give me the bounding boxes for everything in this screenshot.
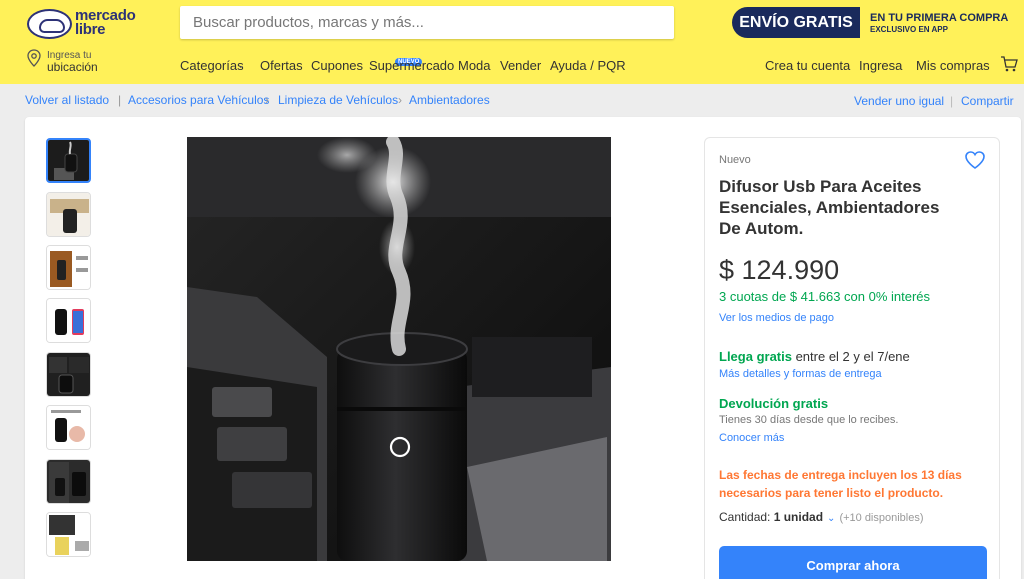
thumbnail-image	[47, 193, 90, 236]
promo-line2: EXCLUSIVO EN APP	[870, 25, 948, 34]
delivery-warning: Las fechas de entrega incluyen los 13 dí…	[719, 468, 962, 500]
mercado-libre-logo[interactable]: mercado libre	[27, 7, 147, 39]
login-link[interactable]: Ingresa	[859, 58, 902, 73]
quantity-value: 1 unidad	[773, 510, 824, 524]
breadcrumb-separator: |	[118, 93, 122, 107]
thumbnail-3[interactable]	[46, 245, 91, 290]
thumbnail-2[interactable]	[46, 192, 91, 237]
sell-same-link[interactable]: Vender uno igual	[854, 94, 944, 108]
thumbnail-8[interactable]	[46, 512, 91, 557]
chevron-down-icon: ⌄	[827, 513, 836, 524]
location-selector[interactable]: Ingresa tu ubicación	[27, 48, 157, 76]
thumbnail-5[interactable]	[46, 352, 91, 397]
learn-more-link[interactable]: Conocer más	[719, 432, 784, 444]
free-return-subtitle: Tienes 30 días desde que lo recibes.	[719, 414, 899, 426]
nav-vender[interactable]: Vender	[500, 58, 541, 73]
my-purchases-link[interactable]: Mis compras	[916, 58, 990, 73]
thumbnail-image	[47, 246, 90, 289]
promo-main-text: ENVÍO GRATIS	[739, 14, 853, 31]
quantity-available: (+10 disponibles)	[839, 512, 924, 524]
product-condition: Nuevo	[719, 154, 751, 166]
promo-line1: EN TU PRIMERA COMPRA	[870, 12, 1009, 24]
nav-moda[interactable]: Moda	[458, 58, 491, 73]
thumbnail-4[interactable]	[46, 298, 91, 343]
cart-icon	[1001, 56, 1018, 72]
thumbnail-image	[47, 406, 90, 449]
product-price: $ 124.990	[719, 255, 840, 285]
installments-text: 3 cuotas de $ 41.663 con 0% interés	[719, 289, 931, 304]
main-product-image[interactable]	[187, 137, 611, 561]
breadcrumb-ambientadores[interactable]: Ambientadores	[409, 93, 490, 107]
free-return-title: Devolución gratis	[719, 396, 829, 411]
buy-now-button[interactable]: Comprar ahora	[719, 546, 987, 579]
thumbnail-image	[47, 460, 90, 503]
shipping-details-link[interactable]: Más detalles y formas de entrega	[719, 368, 882, 380]
payment-methods-link[interactable]: Ver los medios de pago	[719, 312, 834, 324]
promo-side: EN TU PRIMERA COMPRA EXCLUSIVO EN APP	[860, 7, 1011, 38]
search-input[interactable]	[180, 6, 630, 39]
handshake-logo-icon	[27, 9, 72, 39]
breadcrumb-accesorios[interactable]: Accesorios para Vehículos	[128, 93, 269, 107]
breadcrumb-limpieza[interactable]: Limpieza de Vehículos	[278, 93, 398, 107]
buy-box: Nuevo Difusor Usb Para Aceites Esenciale…	[704, 137, 1000, 579]
thumbnail-image	[47, 353, 90, 396]
thumbnail-image	[47, 299, 90, 342]
quantity-label: Cantidad:	[719, 510, 774, 524]
search-bar	[180, 6, 840, 39]
nav-ofertas[interactable]: Ofertas	[260, 58, 303, 73]
nav-cupones[interactable]: Cupones	[311, 58, 363, 73]
nav-ayuda[interactable]: Ayuda / PQR	[550, 58, 626, 73]
shipping-info: Llega gratis entre el 2 y el 7/ene	[719, 349, 910, 364]
links-separator: |	[950, 94, 954, 108]
cart-button[interactable]	[1000, 56, 1018, 77]
location-pin-icon	[27, 49, 41, 67]
favorite-button[interactable]	[965, 151, 985, 174]
shipping-free-label: Llega gratis	[719, 349, 792, 364]
thumbnail-7[interactable]	[46, 459, 91, 504]
share-link[interactable]: Compartir	[961, 94, 1014, 108]
thumbnail-image	[47, 513, 90, 556]
chevron-down-icon: ⌄	[237, 60, 245, 70]
location-line2: ubicación	[47, 60, 98, 74]
breadcrumb-chevron-icon: ›	[398, 93, 402, 107]
nav-label: Categorías	[180, 58, 244, 73]
thumbnail-image	[48, 140, 89, 181]
free-shipping-promo[interactable]: ENVÍO GRATIS EN TU PRIMERA COMPRA EXCLUS…	[732, 7, 1011, 38]
product-title: Difusor Usb Para Aceites Esenciales, Amb…	[719, 177, 940, 238]
quantity-selector[interactable]: Cantidad: 1 unidad ⌄ (+10 disponibles)	[719, 510, 924, 524]
back-to-list-link[interactable]: Volver al listado	[25, 93, 109, 107]
diffuser-photo	[187, 137, 611, 561]
thumbnail-6[interactable]	[46, 405, 91, 450]
shipping-dates: entre el 2 y el 7/ene	[791, 349, 910, 364]
header: mercado libre ENVÍO GRATIS EN TU PRIMERA…	[0, 0, 1024, 84]
nav-supermercado[interactable]: Supermercado	[369, 58, 454, 73]
breadcrumb-chevron-icon: ›	[265, 93, 269, 107]
thumbnail-1[interactable]	[46, 138, 91, 183]
create-account-link[interactable]: Crea tu cuenta	[765, 58, 850, 73]
logo-text: mercado libre	[75, 7, 136, 38]
heart-icon	[965, 151, 985, 169]
nav-categorias[interactable]: Categorías ⌄	[180, 58, 245, 73]
